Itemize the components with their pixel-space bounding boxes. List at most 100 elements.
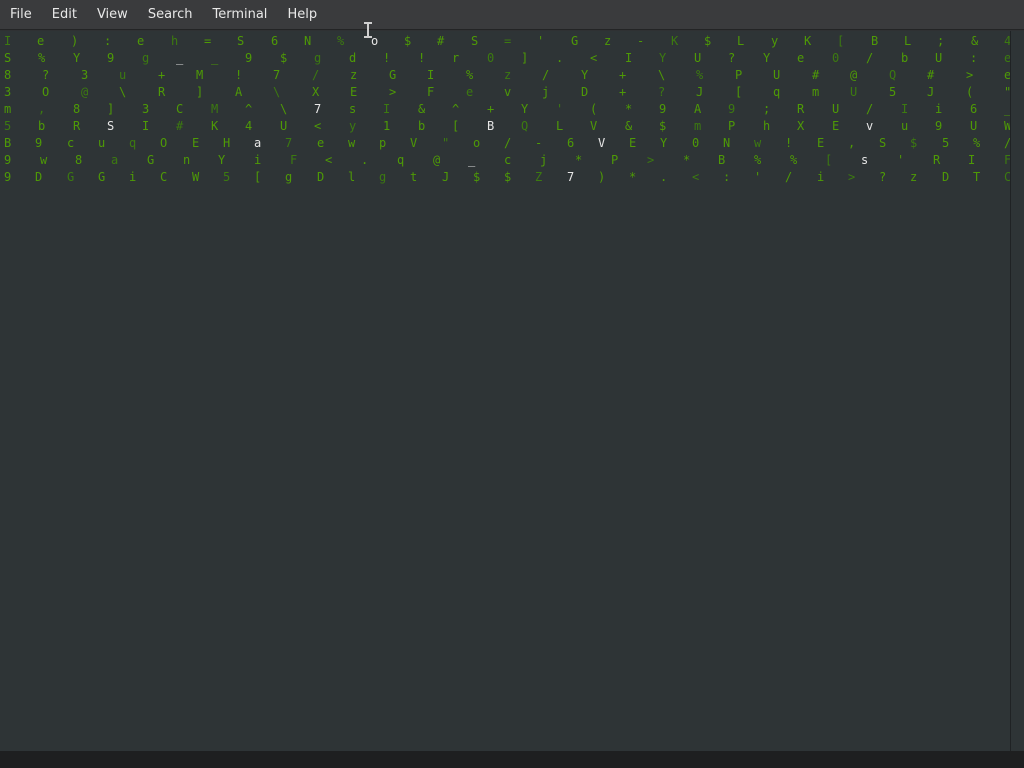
terminal-glyph: U	[280, 119, 288, 133]
terminal-glyph: y	[349, 119, 357, 133]
menu-file[interactable]: File	[0, 0, 42, 30]
terminal-glyph: F	[290, 153, 298, 167]
terminal-glyph: H	[223, 136, 231, 150]
terminal-glyph: $	[504, 170, 512, 184]
terminal-glyph: >	[848, 170, 856, 184]
terminal-glyph: Z	[535, 170, 543, 184]
terminal-glyph: 9	[935, 119, 943, 133]
terminal-glyph: q	[773, 85, 781, 99]
terminal-glyph: s	[349, 102, 357, 116]
terminal-glyph: U	[694, 51, 702, 65]
terminal-glyph: E	[817, 136, 825, 150]
terminal-glyph: [	[452, 119, 460, 133]
terminal-glyph: B	[4, 136, 12, 150]
terminal-glyph: .	[556, 51, 564, 65]
terminal-row: m,8]3CM^\7sI&^+Y'(*9A9;RU/Ii6_	[0, 101, 1010, 118]
terminal-glyph: 3	[4, 85, 12, 99]
terminal-scrollbar[interactable]	[1010, 31, 1024, 751]
terminal-glyph: @	[81, 85, 89, 99]
terminal-glyph: '	[537, 34, 545, 48]
terminal-glyph: @	[850, 68, 858, 82]
terminal-glyph: @	[433, 153, 441, 167]
terminal-glyph: 9	[107, 51, 115, 65]
terminal-glyph: 9	[659, 102, 667, 116]
terminal-glyph: j	[542, 85, 550, 99]
terminal-glyph: Q	[521, 119, 529, 133]
terminal-glyph: 9	[245, 51, 253, 65]
terminal-glyph: I	[427, 68, 435, 82]
terminal-glyph: 1	[383, 119, 391, 133]
terminal-glyph: e	[797, 51, 805, 65]
terminal-glyph: S	[4, 51, 12, 65]
terminal-glyph: U	[850, 85, 858, 99]
terminal-glyph: ?	[42, 68, 50, 82]
terminal-glyph: I	[142, 119, 150, 133]
terminal-glyph: Y	[659, 51, 667, 65]
terminal-glyph: $	[910, 136, 918, 150]
terminal-glyph: :	[970, 51, 978, 65]
terminal-glyph: &	[971, 34, 979, 48]
menu-terminal[interactable]: Terminal	[202, 0, 277, 30]
terminal-glyph: X	[312, 85, 320, 99]
terminal-glyph: m	[4, 102, 12, 116]
terminal-glyph: L	[737, 34, 745, 48]
terminal-glyph: e	[466, 85, 474, 99]
terminal-glyph: /	[785, 170, 793, 184]
terminal-glyph: !	[383, 51, 391, 65]
terminal-glyph: Y	[763, 51, 771, 65]
terminal-glyph: '	[897, 153, 905, 167]
terminal-glyph: n	[183, 153, 191, 167]
terminal-row: S% Y 9 g _ _ 9 $ g d!! r 0]. < I Y U? Ye 0/b U: e	[0, 50, 1010, 67]
terminal-window: File Edit View Search Terminal Help Ie):…	[0, 0, 1024, 768]
terminal-glyph: g	[285, 170, 293, 184]
terminal-glyph: I	[901, 102, 909, 116]
terminal-glyph: i	[935, 102, 943, 116]
terminal-glyph: /	[542, 68, 550, 82]
terminal-glyph: w	[754, 136, 762, 150]
terminal-glyph: E	[832, 119, 840, 133]
terminal-output-area[interactable]: Ie): e h = S 6 N% o $ # S = ' Gz - K $ Ly K [B L; & 4 S% Y 9 g _ _ 9 $…	[0, 31, 1010, 751]
terminal-glyph: G	[389, 68, 397, 82]
terminal-glyph: ]	[196, 85, 204, 99]
terminal-glyph: v	[866, 119, 874, 133]
terminal-glyph: E	[629, 136, 637, 150]
terminal-glyph: i	[254, 153, 262, 167]
terminal-glyph: $	[280, 51, 288, 65]
terminal-glyph: +	[619, 85, 627, 99]
terminal-glyph: h	[171, 34, 179, 48]
terminal-glyph: V	[590, 119, 598, 133]
terminal-glyph: <	[314, 119, 322, 133]
terminal-glyph: A	[694, 102, 702, 116]
terminal-glyph: N	[304, 34, 312, 48]
terminal-glyph: O	[42, 85, 50, 99]
menu-edit[interactable]: Edit	[42, 0, 87, 30]
terminal-glyph: e	[317, 136, 325, 150]
terminal-glyph: D	[581, 85, 589, 99]
terminal-glyph: e	[37, 34, 45, 48]
menu-search[interactable]: Search	[138, 0, 203, 30]
terminal-glyph: m	[694, 119, 702, 133]
terminal-glyph: w	[40, 153, 48, 167]
terminal-glyph: q	[129, 136, 137, 150]
terminal-glyph: \	[280, 102, 288, 116]
terminal-glyph: R	[933, 153, 941, 167]
terminal-glyph: +	[158, 68, 166, 82]
terminal-glyph: U	[832, 102, 840, 116]
terminal-glyph: <	[692, 170, 700, 184]
terminal-glyph: _	[176, 51, 184, 65]
terminal-row: 9 D G Gi C W 5[g Dl g t J $ $ Z 7) *. <: ' / i >? z D T C	[0, 169, 1010, 186]
terminal-glyph: %	[973, 136, 981, 150]
terminal-glyph: j	[540, 153, 548, 167]
terminal-glyph: #	[437, 34, 445, 48]
terminal-glyph: M	[196, 68, 204, 82]
terminal-glyph: B	[871, 34, 879, 48]
terminal-glyph: .	[361, 153, 369, 167]
terminal-glyph: u	[98, 136, 106, 150]
menu-help[interactable]: Help	[277, 0, 327, 30]
terminal-glyph: S	[107, 119, 115, 133]
terminal-glyph: ^	[245, 102, 253, 116]
terminal-glyph: 6	[271, 34, 279, 48]
terminal-glyph: -	[637, 34, 645, 48]
menu-view[interactable]: View	[87, 0, 138, 30]
terminal-glyph: =	[504, 34, 512, 48]
